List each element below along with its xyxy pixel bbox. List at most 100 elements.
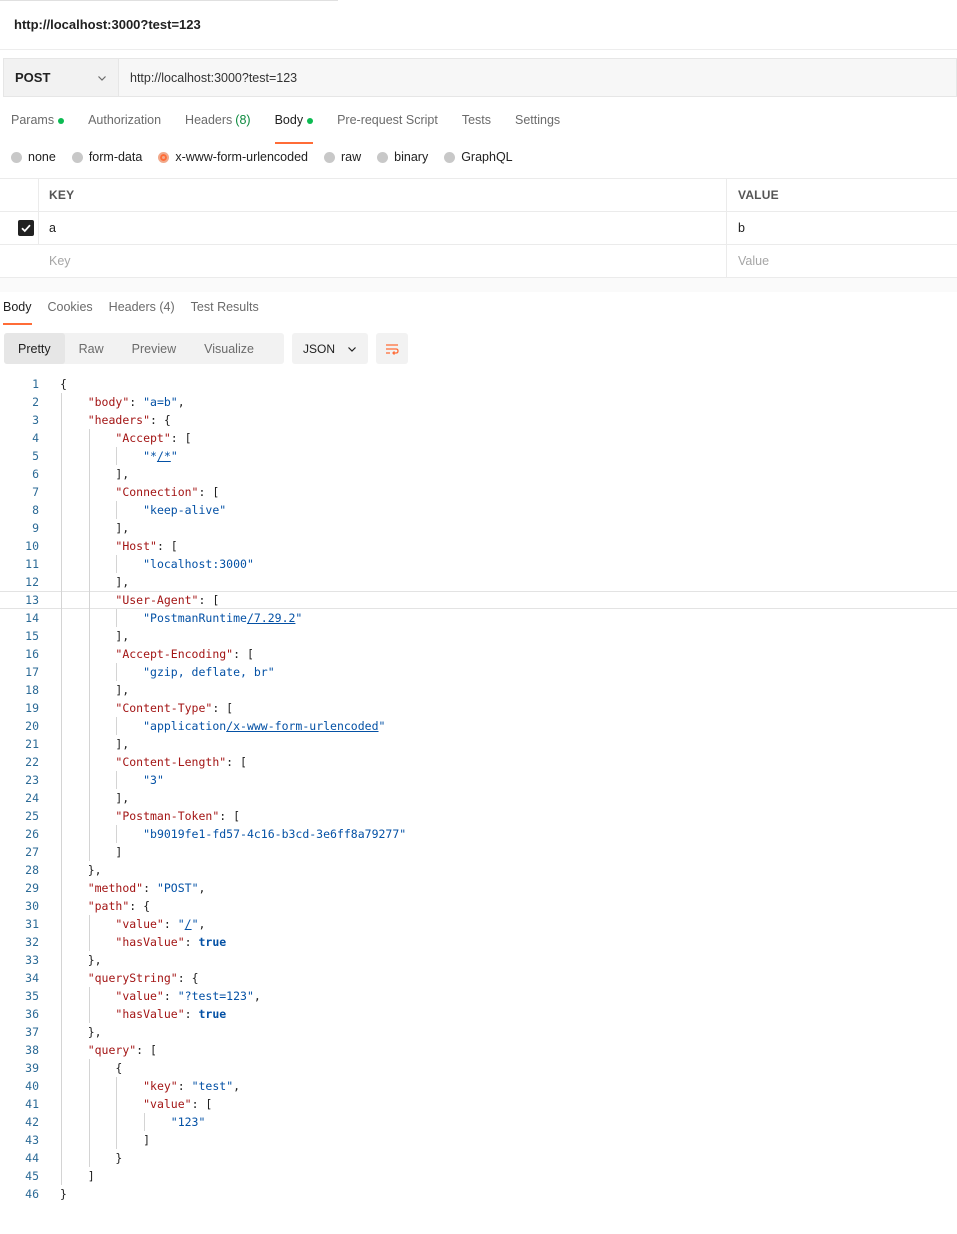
code-text: "123" bbox=[170, 1115, 206, 1129]
code-text: "Accept": [ bbox=[115, 431, 192, 445]
code-text: ], bbox=[60, 737, 130, 751]
indent-guide bbox=[116, 555, 118, 573]
code-line: 45 ] bbox=[0, 1167, 957, 1185]
code-text: "headers": { bbox=[87, 413, 171, 427]
code-text: "value": [ bbox=[143, 1097, 213, 1111]
line-number: 34 bbox=[25, 971, 39, 985]
code-line: 24 ], bbox=[0, 789, 957, 807]
indent-guide bbox=[116, 447, 118, 465]
tab-body[interactable]: Body bbox=[274, 113, 314, 144]
radio-icon bbox=[158, 151, 170, 163]
code-text: "gzip, deflate, br" bbox=[143, 665, 275, 679]
line-number: 8 bbox=[32, 503, 39, 517]
tab-label: Headers bbox=[185, 113, 233, 127]
code-line: 28 }, bbox=[0, 861, 957, 879]
response-tabs: Body Cookies Headers (4) Test Results bbox=[3, 300, 275, 325]
code-line: 33 }, bbox=[0, 951, 957, 969]
line-number: 42 bbox=[25, 1115, 39, 1129]
response-tab-cookies[interactable]: Cookies bbox=[48, 300, 93, 322]
code-line: 16 "Accept-Encoding": [ bbox=[0, 645, 957, 663]
response-body-code[interactable]: 1{2 "body": "a=b", 3 "headers": {4 "Accep… bbox=[0, 375, 957, 1203]
code-line: 13 "User-Agent": [ bbox=[0, 591, 957, 609]
code-line: 5 "*/*" bbox=[0, 447, 957, 465]
body-type-selector: none form-data x-www-form-urlencoded raw bin… bbox=[11, 150, 529, 164]
tab-tests[interactable]: Tests bbox=[462, 113, 491, 141]
code-text: "method": "POST", bbox=[87, 881, 206, 895]
tab-label: Body bbox=[3, 300, 32, 314]
wrap-lines-button[interactable] bbox=[376, 333, 408, 364]
tab-count: (4) bbox=[155, 300, 175, 314]
response-tab-headers[interactable]: Headers (4) bbox=[109, 300, 175, 322]
value-input[interactable]: Value bbox=[728, 245, 957, 277]
tab-count: (8) bbox=[235, 113, 251, 127]
code-line: 44 } bbox=[0, 1149, 957, 1167]
code-line: 30 "path": { bbox=[0, 897, 957, 915]
view-raw-button[interactable]: Raw bbox=[65, 333, 118, 364]
tab-headers[interactable]: Headers (8) bbox=[185, 113, 251, 141]
key-cell[interactable]: a bbox=[39, 212, 727, 244]
code-text: } bbox=[60, 1151, 123, 1165]
code-text: "key": "test", bbox=[143, 1079, 241, 1093]
code-text: "Postman-Token": [ bbox=[115, 809, 241, 823]
indent-guide bbox=[116, 771, 118, 789]
tab-authorization[interactable]: Authorization bbox=[88, 113, 161, 141]
body-type-graphql[interactable]: GraphQL bbox=[444, 150, 513, 164]
row-enabled-checkbox[interactable] bbox=[18, 220, 34, 236]
code-text: "application/x-www-form-urlencoded" bbox=[143, 719, 386, 733]
indent-guide bbox=[116, 717, 118, 735]
code-line: 36 "hasValue": true bbox=[0, 1005, 957, 1023]
request-tabs: Params Authorization Headers (8) Body Pre-req… bbox=[11, 113, 584, 144]
line-number: 41 bbox=[25, 1097, 39, 1111]
code-text: } bbox=[60, 1187, 67, 1201]
response-tab-test-results[interactable]: Test Results bbox=[191, 300, 259, 322]
code-line: 19 "Content-Type": [ bbox=[0, 699, 957, 717]
code-text: "value": "/", bbox=[115, 917, 206, 931]
tab-settings[interactable]: Settings bbox=[515, 113, 560, 141]
code-line: 38 "query": [ bbox=[0, 1041, 957, 1059]
code-line: 29 "method": "POST", bbox=[0, 879, 957, 897]
view-pretty-button[interactable]: Pretty bbox=[4, 333, 65, 364]
code-text: ], bbox=[60, 575, 130, 589]
value-cell[interactable]: b bbox=[728, 212, 957, 244]
code-line: 35 "value": "?test=123", bbox=[0, 987, 957, 1005]
radio-icon bbox=[11, 151, 22, 163]
tab-params[interactable]: Params bbox=[11, 113, 65, 141]
view-visualize-button[interactable]: Visualize bbox=[190, 333, 268, 364]
line-number: 10 bbox=[25, 539, 39, 553]
code-line: 27 ] bbox=[0, 843, 957, 861]
modified-dot-icon bbox=[58, 118, 65, 124]
radio-icon bbox=[444, 151, 456, 163]
line-number: 25 bbox=[25, 809, 39, 823]
line-number: 23 bbox=[25, 773, 39, 787]
line-number: 45 bbox=[25, 1169, 39, 1183]
body-type-form-data[interactable]: form-data bbox=[71, 150, 142, 164]
code-line: 2 "body": "a=b", bbox=[0, 393, 957, 411]
indent-guide bbox=[116, 825, 118, 843]
modified-dot-icon bbox=[307, 118, 314, 124]
code-line: 23 "3" bbox=[0, 771, 957, 789]
indent-guide bbox=[88, 1059, 90, 1167]
line-number: 2 bbox=[32, 395, 39, 409]
key-input[interactable]: Key bbox=[39, 245, 727, 277]
code-line: 32 "hasValue": true bbox=[0, 933, 957, 951]
url-input[interactable]: http://localhost:3000?test=123 bbox=[118, 58, 957, 97]
line-number: 11 bbox=[25, 557, 39, 571]
tab-label: Pre-request Script bbox=[337, 113, 438, 127]
method-select[interactable]: POST bbox=[3, 58, 118, 97]
code-line: 21 ], bbox=[0, 735, 957, 753]
table-row-new: Key Value bbox=[0, 245, 957, 278]
line-number: 33 bbox=[25, 953, 39, 967]
view-preview-button[interactable]: Preview bbox=[118, 333, 190, 364]
format-select[interactable]: JSON bbox=[292, 333, 368, 364]
tab-label: Headers bbox=[108, 300, 156, 314]
response-tab-body[interactable]: Body bbox=[3, 300, 32, 325]
body-type-raw[interactable]: raw bbox=[324, 150, 361, 164]
body-type-x-www-form-urlencoded[interactable]: x-www-form-urlencoded bbox=[158, 150, 308, 164]
tab-pre-request-script[interactable]: Pre-request Script bbox=[337, 113, 438, 141]
body-type-binary[interactable]: binary bbox=[377, 150, 428, 164]
line-number: 19 bbox=[25, 701, 39, 715]
body-type-none[interactable]: none bbox=[11, 150, 56, 164]
code-text: "*/*" bbox=[143, 449, 178, 463]
code-text: "PostmanRuntime/7.29.2" bbox=[143, 611, 303, 625]
code-line: 39 { bbox=[0, 1059, 957, 1077]
